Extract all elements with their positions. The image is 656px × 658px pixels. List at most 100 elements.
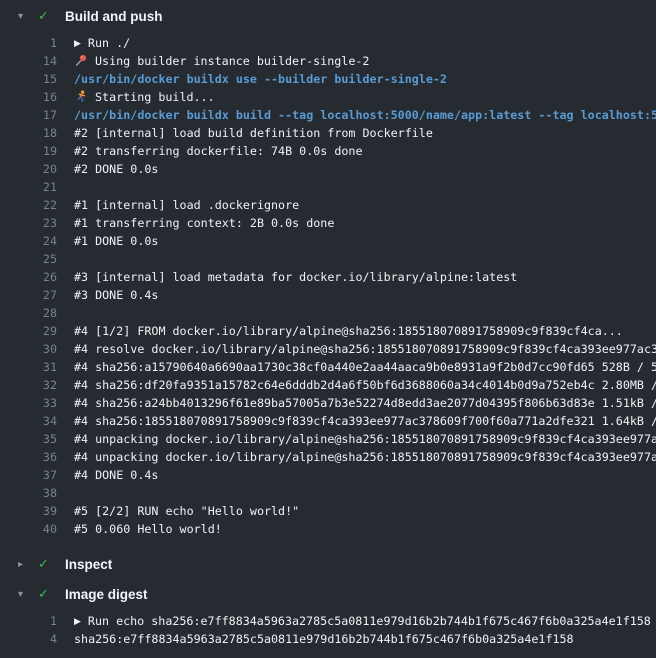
line-number[interactable]: 27: [0, 286, 57, 304]
log-text: #4 sha256:185518070891758909c9f839cf4ca3…: [74, 414, 656, 428]
log-line-content: Using builder instance builder-single-2: [74, 52, 656, 70]
log-line-content: #1 DONE 0.0s: [74, 232, 656, 250]
log-text: #4 unpacking docker.io/library/alpine@sh…: [74, 450, 656, 464]
line-number[interactable]: 26: [0, 268, 57, 286]
log-text: #4 DONE 0.4s: [74, 468, 158, 482]
log-line-content: /usr/bin/docker buildx use --builder bui…: [74, 70, 656, 88]
line-number[interactable]: 31: [0, 358, 57, 376]
log-text: Run ./: [88, 36, 130, 50]
log-text: #3 [internal] load metadata for docker.i…: [74, 270, 517, 284]
chevron-down-icon[interactable]: ▾: [18, 9, 38, 25]
log-line: 30 #4 resolve docker.io/library/alpine@sh…: [0, 340, 656, 358]
line-number[interactable]: 28: [0, 304, 57, 322]
log-line-content: ▶ Run echo sha256:e7ff8834a5963a2785c5a08…: [74, 612, 656, 630]
log-line: 21: [0, 178, 656, 196]
line-number[interactable]: 22: [0, 196, 57, 214]
log-text: sha256:e7ff8834a5963a2785c5a0811e979d16b…: [74, 632, 574, 646]
line-number[interactable]: 34: [0, 412, 57, 430]
line-number[interactable]: 4: [0, 630, 57, 648]
workflow-log-viewer: ▾✓Build and push1▶Run ./14Using builder …: [0, 0, 656, 658]
log-line-content: #3 DONE 0.4s: [74, 286, 656, 304]
log-text: Run echo sha256:e7ff8834a5963a2785c5a081…: [88, 614, 651, 628]
log-text: /usr/bin/docker buildx build --tag local…: [74, 108, 656, 122]
log-line: 17/usr/bin/docker buildx build --tag loc…: [0, 106, 656, 124]
log-line-content: [74, 304, 656, 322]
line-number[interactable]: 21: [0, 178, 57, 196]
step-section-inspect: ▸✓Inspect: [0, 548, 656, 578]
expand-group-icon[interactable]: ▶: [74, 613, 81, 630]
log-line: 16 Starting build...: [0, 88, 656, 106]
log-line-content: #5 0.060 Hello world!: [74, 520, 656, 538]
log-text: #4 resolve docker.io/library/alpine@sha2…: [74, 342, 656, 356]
log-line: 36 #4 unpacking docker.io/library/alpine@…: [0, 448, 656, 466]
log-line-content: #4 unpacking docker.io/library/alpine@sh…: [74, 430, 656, 448]
line-number[interactable]: 1: [0, 34, 57, 52]
step-section-image-digest: ▾✓Image digest 1 ▶ Run echo sha256:e7ff8834…: [0, 578, 656, 648]
line-number[interactable]: 32: [0, 376, 57, 394]
log-line-content: #2 [internal] load build definition from…: [74, 124, 656, 142]
log-line: 20 #2 DONE 0.0s: [0, 160, 656, 178]
chevron-right-icon[interactable]: ▸: [18, 557, 38, 573]
line-number[interactable]: 15: [0, 70, 57, 88]
log-text: #4 sha256:a15790640a6690aa1730c38cf0a440…: [74, 360, 656, 374]
expand-group-icon[interactable]: ▶: [74, 35, 81, 52]
line-number[interactable]: 18: [0, 124, 57, 142]
log-line-content: #4 sha256:a15790640a6690aa1730c38cf0a440…: [74, 358, 656, 376]
line-number[interactable]: 23: [0, 214, 57, 232]
log-line: 39#5 [2/2] RUN echo "Hello world!": [0, 502, 656, 520]
line-number[interactable]: 1: [0, 612, 57, 630]
line-number[interactable]: 19: [0, 142, 57, 160]
log-text: #2 transferring dockerfile: 74B 0.0s don…: [74, 144, 363, 158]
step-log-lines: 1 ▶ Run echo sha256:e7ff8834a5963a2785c5a0…: [0, 612, 656, 648]
log-line: 34 #4 sha256:185518070891758909c9f839cf4c…: [0, 412, 656, 430]
log-line: 29 #4 [1/2] FROM docker.io/library/alpine…: [0, 322, 656, 340]
log-line: 25: [0, 250, 656, 268]
step-title: Inspect: [65, 557, 112, 573]
log-text: #4 [1/2] FROM docker.io/library/alpine@s…: [74, 324, 623, 338]
line-number[interactable]: 35: [0, 430, 57, 448]
line-number[interactable]: 40: [0, 520, 57, 538]
log-group-line[interactable]: 1 ▶ Run ./: [0, 34, 656, 52]
line-number[interactable]: 20: [0, 160, 57, 178]
line-number[interactable]: 37: [0, 466, 57, 484]
step-log-lines: 1 ▶ Run ./ 14 Using builder instance builder…: [0, 34, 656, 538]
line-number[interactable]: 17: [0, 106, 57, 124]
pushpin-icon: [74, 54, 88, 67]
step-header-image-digest[interactable]: ▾✓Image digest: [0, 578, 656, 608]
line-number[interactable]: 38: [0, 484, 57, 502]
line-number[interactable]: 33: [0, 394, 57, 412]
log-line: 35 #4 unpacking docker.io/library/alpine@…: [0, 430, 656, 448]
log-line: 28: [0, 304, 656, 322]
log-group-line[interactable]: 1 ▶ Run echo sha256:e7ff8834a5963a2785c5a0…: [0, 612, 656, 630]
chevron-down-icon[interactable]: ▾: [18, 587, 38, 603]
log-line-content: #4 DONE 0.4s: [74, 466, 656, 484]
log-text: /usr/bin/docker buildx use --builder bui…: [74, 72, 447, 86]
log-line-content: #1 [internal] load .dockerignore: [74, 196, 656, 214]
log-line-content: Starting build...: [74, 88, 656, 106]
line-number[interactable]: 25: [0, 250, 57, 268]
step-header-build-and-push[interactable]: ▾✓Build and push: [0, 0, 656, 30]
log-text: #2 DONE 0.0s: [74, 162, 158, 176]
log-line-content: #1 transferring context: 2B 0.0s done: [74, 214, 656, 232]
log-line: 38: [0, 484, 656, 502]
line-number[interactable]: 30: [0, 340, 57, 358]
line-number[interactable]: 14: [0, 52, 57, 70]
log-line-content: #4 resolve docker.io/library/alpine@sha2…: [74, 340, 656, 358]
log-line-content: #4 sha256:185518070891758909c9f839cf4ca3…: [74, 412, 656, 430]
line-number[interactable]: 36: [0, 448, 57, 466]
line-number[interactable]: 39: [0, 502, 57, 520]
step-header-inspect[interactable]: ▸✓Inspect: [0, 548, 656, 578]
success-check-icon: ✓: [38, 587, 65, 603]
success-check-icon: ✓: [38, 557, 65, 573]
log-line: 27 #3 DONE 0.4s: [0, 286, 656, 304]
line-number[interactable]: 24: [0, 232, 57, 250]
log-text: #3 DONE 0.4s: [74, 288, 158, 302]
log-line: 40 #5 0.060 Hello world!: [0, 520, 656, 538]
line-number[interactable]: 29: [0, 322, 57, 340]
log-line-content: #2 transferring dockerfile: 74B 0.0s don…: [74, 142, 656, 160]
log-text: #5 0.060 Hello world!: [74, 522, 222, 536]
line-number[interactable]: 16: [0, 88, 57, 106]
log-line: 18 #2 [internal] load build definition fr…: [0, 124, 656, 142]
log-line-content: #4 sha256:df20fa9351a15782c64e6dddb2d4a6…: [74, 376, 656, 394]
log-line-content: #4 [1/2] FROM docker.io/library/alpine@s…: [74, 322, 656, 340]
